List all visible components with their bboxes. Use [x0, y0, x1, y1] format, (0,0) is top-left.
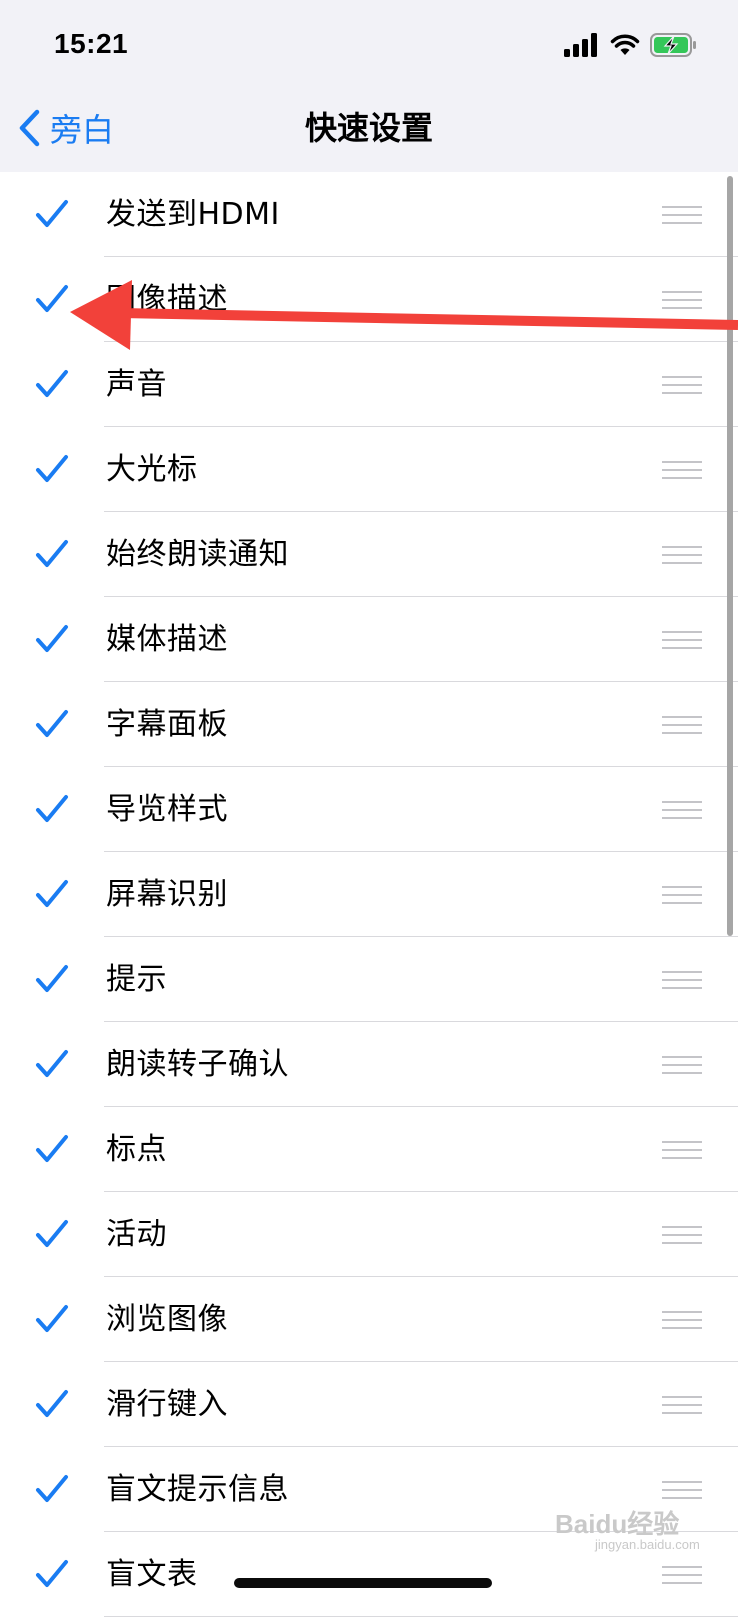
- checkmark-icon: [36, 540, 68, 567]
- list-item[interactable]: 滑行键入: [0, 1362, 738, 1447]
- drag-handle-icon[interactable]: [662, 1480, 702, 1500]
- scrollbar[interactable]: [727, 176, 733, 936]
- drag-handle-icon[interactable]: [662, 1565, 702, 1585]
- checkmark-icon: [36, 285, 68, 312]
- list-item[interactable]: 声音: [0, 342, 738, 427]
- drag-handle-icon[interactable]: [662, 1225, 702, 1245]
- list-item-label: 屏幕识别: [106, 877, 228, 912]
- wifi-icon: [610, 34, 640, 55]
- drag-handle-icon[interactable]: [662, 1140, 702, 1160]
- list-item[interactable]: 大光标: [0, 427, 738, 512]
- drag-handle-icon[interactable]: [662, 545, 702, 565]
- drag-handle-icon[interactable]: [662, 885, 702, 905]
- list-item[interactable]: 屏幕识别: [0, 852, 738, 937]
- list-item-label: 导览样式: [106, 792, 228, 827]
- watermark: Baidu经验 jingyan.baidu.com: [555, 1504, 700, 1552]
- list-item[interactable]: 活动: [0, 1192, 738, 1277]
- checkmark-icon: [36, 965, 68, 992]
- checkmark-icon: [36, 200, 68, 227]
- checkmark-icon: [36, 1305, 68, 1332]
- list-item-label: 字幕面板: [106, 707, 228, 742]
- checkmark-icon: [36, 1390, 68, 1417]
- list-item-label: 始终朗读通知: [106, 537, 289, 572]
- list-item-label: 提示: [106, 962, 167, 997]
- list-item[interactable]: 媒体描述: [0, 597, 738, 682]
- list-item-label: 图像描述: [106, 282, 228, 317]
- drag-handle-icon[interactable]: [662, 1395, 702, 1415]
- list-item[interactable]: 发送到HDMI: [0, 172, 738, 257]
- drag-handle-icon[interactable]: [662, 375, 702, 395]
- list-item-label: 媒体描述: [106, 622, 228, 657]
- list-item-label: 盲文提示信息: [106, 1472, 289, 1507]
- status-time: 15:21: [54, 28, 129, 59]
- checkmark-icon: [36, 1220, 68, 1247]
- list-item-label: 浏览图像: [106, 1302, 228, 1337]
- list-item[interactable]: 标点: [0, 1107, 738, 1192]
- drag-handle-icon[interactable]: [662, 1310, 702, 1330]
- list-item[interactable]: 字幕面板: [0, 682, 738, 767]
- list-item-label: 标点: [106, 1132, 167, 1167]
- list-item[interactable]: 提示: [0, 937, 738, 1022]
- quick-settings-list: 发送到HDMI 图像描述 声音 大光标 始终朗读通知 媒体描述 字幕面板 导览样…: [0, 172, 738, 1617]
- list-item-label: 滑行键入: [106, 1387, 228, 1422]
- list-item-label: 盲文表: [106, 1557, 198, 1592]
- drag-handle-icon[interactable]: [662, 800, 702, 820]
- list-item[interactable]: 导览样式: [0, 767, 738, 852]
- watermark-main: Baidu经验: [555, 1509, 680, 1539]
- list-item-label: 大光标: [106, 452, 198, 487]
- drag-handle-icon[interactable]: [662, 630, 702, 650]
- battery-charging-icon: [650, 33, 696, 57]
- list-item-label: 朗读转子确认: [106, 1047, 289, 1082]
- signal-icon: [564, 33, 597, 57]
- watermark-sub: jingyan.baidu.com: [595, 1537, 700, 1552]
- checkmark-icon: [36, 1475, 68, 1502]
- checkmark-icon: [36, 455, 68, 482]
- drag-handle-icon[interactable]: [662, 1055, 702, 1075]
- drag-handle-icon[interactable]: [662, 715, 702, 735]
- checkmark-icon: [36, 625, 68, 652]
- list-item[interactable]: 朗读转子确认: [0, 1022, 738, 1107]
- checkmark-icon: [36, 795, 68, 822]
- drag-handle-icon[interactable]: [662, 970, 702, 990]
- navigation-header: 15:21 旁白 快速设置: [0, 0, 738, 172]
- list-item[interactable]: 图像描述: [0, 257, 738, 342]
- drag-handle-icon[interactable]: [662, 460, 702, 480]
- checkmark-icon: [36, 1560, 68, 1587]
- checkmark-icon: [36, 880, 68, 907]
- checkmark-icon: [36, 1050, 68, 1077]
- checkmark-icon: [36, 1135, 68, 1162]
- list-item-label: 声音: [106, 367, 167, 402]
- drag-handle-icon[interactable]: [662, 290, 702, 310]
- list-item-label: 活动: [106, 1217, 167, 1252]
- list-item[interactable]: 始终朗读通知: [0, 512, 738, 597]
- drag-handle-icon[interactable]: [662, 205, 702, 225]
- status-icons: [564, 30, 698, 60]
- list-item-label: 发送到HDMI: [106, 197, 280, 232]
- page-title: 快速设置: [304, 109, 433, 147]
- checkmark-icon: [36, 710, 68, 737]
- list-item[interactable]: 浏览图像: [0, 1277, 738, 1362]
- checkmark-icon: [36, 370, 68, 397]
- home-indicator[interactable]: [234, 1578, 492, 1588]
